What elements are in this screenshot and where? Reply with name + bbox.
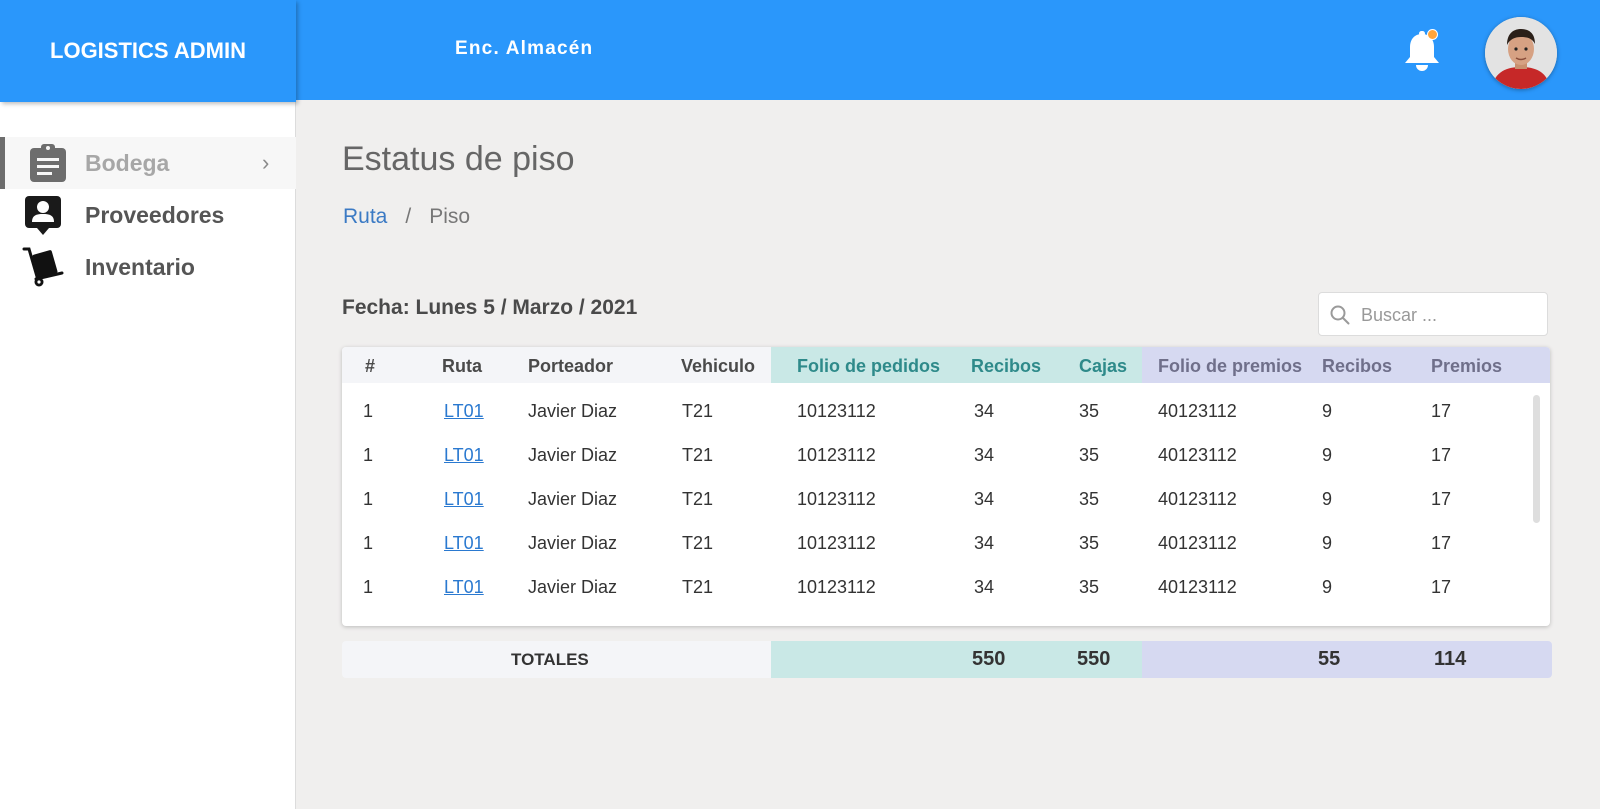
cell-ruta-link[interactable]: LT01	[444, 533, 484, 554]
user-avatar[interactable]	[1485, 17, 1557, 89]
cell-vehiculo: T21	[682, 489, 714, 509]
date-label: Fecha: Lunes 5 / Marzo / 2021	[342, 296, 638, 319]
cell-vehiculo: T21	[682, 401, 714, 421]
cell-vehiculo: T21	[682, 577, 714, 597]
table-header: # Ruta Porteador Vehiculo Folio de pedid…	[342, 347, 1550, 383]
cell-recibos-pedidos: 34	[974, 445, 995, 465]
cell-porteador: Javier Diaz	[528, 577, 618, 597]
cell-premios: 17	[1431, 533, 1452, 553]
column-header-cajas[interactable]: Cajas	[1079, 356, 1127, 377]
column-header-vehiculo[interactable]: Vehiculo	[681, 356, 755, 377]
column-header-folio-premios[interactable]: Folio de premios	[1158, 356, 1302, 377]
total-recibos-pedidos: 550	[972, 648, 1006, 670]
user-role: Enc. Almacén	[455, 38, 594, 59]
cell-recibos-pedidos: 34	[974, 489, 995, 509]
sidebar: Bodega › Proveedores Inventario	[0, 100, 296, 809]
cell-folio-pedidos: 10123112	[797, 489, 876, 509]
column-header-premios[interactable]: Premios	[1431, 356, 1502, 377]
total-cajas: 550	[1077, 648, 1111, 670]
column-header-folio-pedidos[interactable]: Folio de pedidos	[797, 356, 940, 377]
table-row: 1 LT01 Javier Diaz T21 10123112 34 35 40…	[342, 433, 1550, 477]
cell-ruta-link[interactable]: LT01	[444, 489, 484, 510]
cell-cajas: 35	[1079, 489, 1100, 509]
cell-folio-premios: 40123112	[1158, 445, 1237, 465]
cell-vehiculo: T21	[682, 445, 714, 465]
cell-premios: 17	[1431, 445, 1452, 465]
column-header-recibos-premios[interactable]: Recibos	[1322, 356, 1392, 377]
table-row: 1 LT01 Javier Diaz T21 10123112 34 35 40…	[342, 477, 1550, 521]
table-row: 1 LT01 Javier Diaz T21 10123112 34 35 40…	[342, 565, 1550, 609]
breadcrumb-separator: /	[405, 205, 412, 228]
total-recibos-premios: 55	[1318, 648, 1341, 670]
cell-recibos-premios: 9	[1322, 577, 1333, 597]
cell-recibos-premios: 9	[1322, 401, 1333, 421]
sidebar-item-proveedores[interactable]: Proveedores	[0, 189, 296, 241]
sidebar-item-inventario[interactable]: Inventario	[0, 241, 296, 293]
search-icon	[1330, 305, 1350, 325]
cell-porteador: Javier Diaz	[528, 533, 618, 553]
totals-label: TOTALES	[511, 650, 589, 669]
cell-cajas: 35	[1079, 445, 1100, 465]
cell-folio-pedidos: 10123112	[797, 401, 876, 421]
page-title: Estatus de piso	[342, 140, 575, 178]
sidebar-item-label: Proveedores	[85, 201, 225, 228]
sidebar-item-label: Inventario	[85, 253, 195, 280]
notification-dot	[1427, 29, 1438, 40]
column-header-recibos-pedidos[interactable]: Recibos	[971, 356, 1041, 377]
clipboard-icon	[27, 142, 69, 184]
cell-number: 1	[363, 577, 374, 597]
cell-folio-premios: 40123112	[1158, 577, 1237, 597]
chevron-right-icon: ›	[262, 150, 270, 175]
cell-recibos-pedidos: 34	[974, 577, 995, 597]
cell-vehiculo: T21	[682, 533, 714, 553]
cell-porteador: Javier Diaz	[528, 489, 618, 509]
cell-folio-pedidos: 10123112	[797, 533, 876, 553]
cell-number: 1	[363, 401, 374, 421]
column-header-ruta[interactable]: Ruta	[442, 356, 482, 377]
column-header-number[interactable]: #	[365, 356, 375, 377]
cell-premios: 17	[1431, 577, 1452, 597]
table-scrollbar[interactable]	[1533, 395, 1540, 523]
contact-icon	[22, 194, 64, 236]
sidebar-item-bodega[interactable]: Bodega ›	[0, 137, 296, 189]
app-title: LOGISTICS ADMIN	[0, 0, 296, 102]
cell-recibos-pedidos: 34	[974, 401, 995, 421]
cell-cajas: 35	[1079, 577, 1100, 597]
totals-premios-band	[1142, 641, 1552, 678]
totals-row: TOTALES 550 550 55 114	[342, 641, 1552, 678]
cell-folio-pedidos: 10123112	[797, 445, 876, 465]
column-header-porteador[interactable]: Porteador	[528, 356, 613, 377]
cell-ruta-link[interactable]: LT01	[444, 445, 484, 466]
breadcrumb: Ruta / Piso	[343, 205, 470, 229]
cell-folio-pedidos: 10123112	[797, 577, 876, 597]
cell-folio-premios: 40123112	[1158, 489, 1237, 509]
cell-folio-premios: 40123112	[1158, 533, 1237, 553]
cell-recibos-premios: 9	[1322, 533, 1333, 553]
cell-folio-premios: 40123112	[1158, 401, 1237, 421]
breadcrumb-link-ruta[interactable]: Ruta	[343, 205, 387, 229]
sidebar-item-label: Bodega	[85, 149, 170, 176]
cell-porteador: Javier Diaz	[528, 401, 618, 421]
table-row: 1 LT01 Javier Diaz T21 10123112 34 35 40…	[342, 389, 1550, 433]
search-input[interactable]	[1361, 301, 1539, 329]
cell-recibos-premios: 9	[1322, 489, 1333, 509]
cell-premios: 17	[1431, 401, 1452, 421]
cell-number: 1	[363, 445, 374, 465]
cell-ruta-link[interactable]: LT01	[444, 577, 484, 598]
cell-ruta-link[interactable]: LT01	[444, 401, 484, 422]
cell-cajas: 35	[1079, 401, 1100, 421]
cell-premios: 17	[1431, 489, 1452, 509]
cell-recibos-premios: 9	[1322, 445, 1333, 465]
cell-porteador: Javier Diaz	[528, 445, 618, 465]
cell-recibos-pedidos: 34	[974, 533, 995, 553]
cell-number: 1	[363, 489, 374, 509]
total-premios: 114	[1434, 648, 1467, 670]
search-box[interactable]	[1318, 292, 1548, 336]
hand-truck-icon	[22, 246, 64, 288]
breadcrumb-current: Piso	[429, 205, 471, 228]
cell-cajas: 35	[1079, 533, 1100, 553]
table-row: 1 LT01 Javier Diaz T21 10123112 34 35 40…	[342, 521, 1550, 565]
floor-status-table: # Ruta Porteador Vehiculo Folio de pedid…	[342, 347, 1550, 626]
cell-number: 1	[363, 533, 374, 553]
